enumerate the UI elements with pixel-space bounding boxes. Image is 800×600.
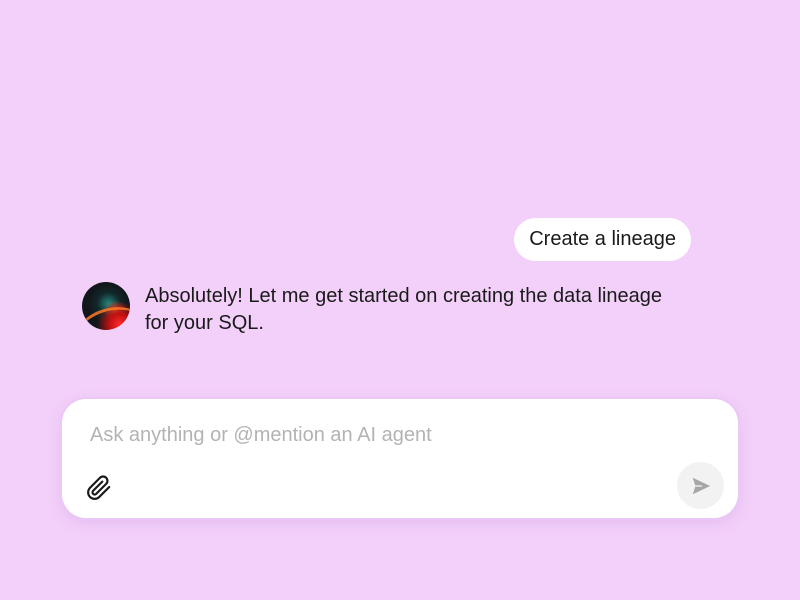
message-input[interactable] xyxy=(90,421,690,449)
paperclip-icon xyxy=(87,475,111,500)
message-composer xyxy=(62,399,738,518)
chat-screen: Create a lineage Absolutely! Let me get … xyxy=(0,0,800,600)
attach-button[interactable] xyxy=(84,473,114,503)
user-message-bubble: Create a lineage xyxy=(514,218,691,261)
user-message-text: Create a lineage xyxy=(529,228,676,250)
assistant-message-text: Absolutely! Let me get started on creati… xyxy=(145,285,663,334)
assistant-message: Absolutely! Let me get started on creati… xyxy=(82,282,702,337)
send-icon xyxy=(692,477,710,494)
send-button[interactable] xyxy=(677,462,724,509)
assistant-avatar xyxy=(82,282,130,330)
